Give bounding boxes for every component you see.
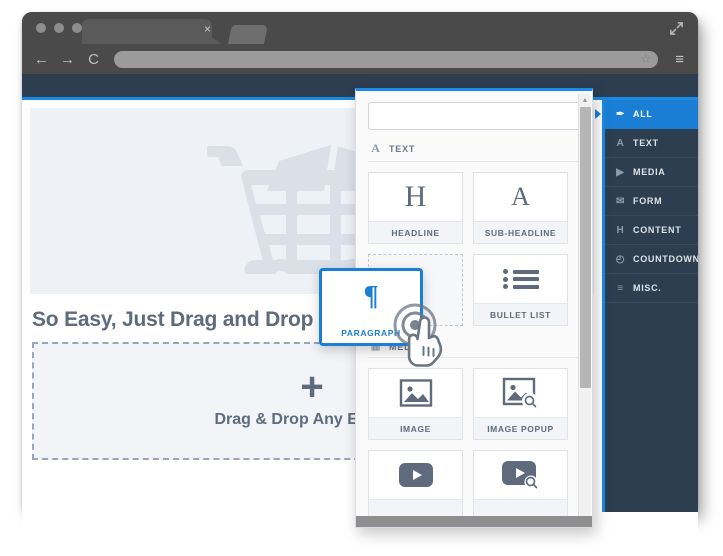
minimize-window-dot[interactable] [54, 23, 64, 33]
element-label-image-popup: IMAGE POPUP [474, 417, 567, 439]
element-card-bullet-list[interactable]: BULLET LIST [473, 254, 568, 326]
image-search-icon [474, 369, 567, 417]
reload-icon[interactable]: C [86, 52, 101, 67]
text-a-icon: A [616, 137, 625, 149]
sidebar-item-countdown[interactable]: ◴ COUNTDOWN [605, 245, 698, 274]
bullet-list-icon [474, 255, 567, 303]
browser-tab-bar: × [22, 12, 698, 44]
plus-icon: + [300, 365, 324, 409]
element-card-video-popup[interactable] [473, 450, 568, 522]
scroll-up-arrow-icon[interactable]: ▲ [579, 94, 591, 106]
sidebar-item-all[interactable]: ✒ ALL [595, 100, 698, 129]
video-search-icon [474, 451, 567, 499]
element-card-sub-headline[interactable]: A SUB-HEADLINE [473, 172, 568, 244]
scrollbar-thumb[interactable] [580, 107, 591, 388]
window-controls[interactable] [36, 23, 82, 33]
pointing-hand-cursor [393, 303, 443, 367]
sidebar-item-form[interactable]: ✉ FORM [605, 187, 698, 216]
sidebar-label-countdown: COUNTDOWN [633, 254, 698, 264]
sidebar-label-content: CONTENT [633, 225, 682, 235]
sidebar-item-misc[interactable]: ≡ MISC. [605, 274, 698, 303]
sidebar-label-form: FORM [633, 196, 663, 206]
expand-icon[interactable] [669, 21, 684, 36]
list-lines-icon: ≡ [617, 282, 624, 294]
address-bar[interactable]: ☆ [114, 50, 659, 68]
cursor-pointer-icon: ✒ [615, 108, 626, 120]
image-icon [369, 369, 462, 417]
element-label-headline: HEADLINE [369, 221, 462, 243]
forward-icon[interactable]: → [60, 52, 75, 67]
category-sidebar: ✒ ALL A TEXT ▶ MEDIA ✉ FORM H CONTENT ◴ … [595, 100, 698, 512]
tab-close-icon[interactable]: × [204, 23, 211, 35]
element-label-image: IMAGE [369, 417, 462, 439]
element-card-video[interactable] [368, 450, 463, 522]
panel-scrollbar[interactable]: ▲ [578, 94, 591, 527]
screenshot-stage: × ← → C ☆ ≡ So Easy, Just Drag and Drop … [0, 0, 723, 556]
sidebar-item-text[interactable]: A TEXT [605, 129, 698, 158]
back-icon[interactable]: ← [34, 52, 49, 67]
element-label-sub-headline: SUB-HEADLINE [474, 221, 567, 243]
element-card-image[interactable]: IMAGE [368, 368, 463, 440]
category-header-text: A TEXT [368, 138, 580, 162]
media-element-grid: IMAGE IMAGE POPUP [356, 358, 592, 522]
text-a-icon: A [371, 141, 381, 155]
video-icon [369, 451, 462, 499]
sidebar-label-text: TEXT [633, 138, 659, 148]
panel-footer-bar [356, 516, 592, 527]
maximize-window-dot[interactable] [72, 23, 82, 33]
sidebar-label-misc: MISC. [633, 283, 662, 293]
browser-tab-new[interactable] [227, 25, 269, 44]
clock-icon: ◴ [615, 253, 626, 265]
browser-menu-icon[interactable]: ≡ [675, 51, 686, 68]
browser-nav-bar: ← → C ☆ ≡ [22, 44, 698, 74]
sidebar-label-all: ALL [633, 109, 653, 119]
browser-tab-active[interactable] [82, 19, 212, 44]
element-card-image-popup[interactable]: IMAGE POPUP [473, 368, 568, 440]
heading-h-icon: H [404, 180, 427, 213]
sidebar-item-media[interactable]: ▶ MEDIA [605, 158, 698, 187]
search-field[interactable] [368, 102, 580, 130]
sidebar-label-media: MEDIA [633, 167, 666, 177]
play-triangle-icon: ▶ [616, 166, 625, 178]
envelope-icon: ✉ [615, 195, 626, 207]
bookmark-star-icon[interactable]: ☆ [640, 52, 651, 66]
element-card-headline[interactable]: H HEADLINE [368, 172, 463, 244]
sidebar-item-content[interactable]: H CONTENT [605, 216, 698, 245]
subheading-a-icon: A [511, 182, 530, 211]
element-label-bullet-list: BULLET LIST [474, 303, 567, 325]
close-window-dot[interactable] [36, 23, 46, 33]
category-label-text: TEXT [389, 143, 416, 154]
search-input[interactable] [369, 103, 579, 129]
heading-h-icon: H [616, 224, 625, 236]
